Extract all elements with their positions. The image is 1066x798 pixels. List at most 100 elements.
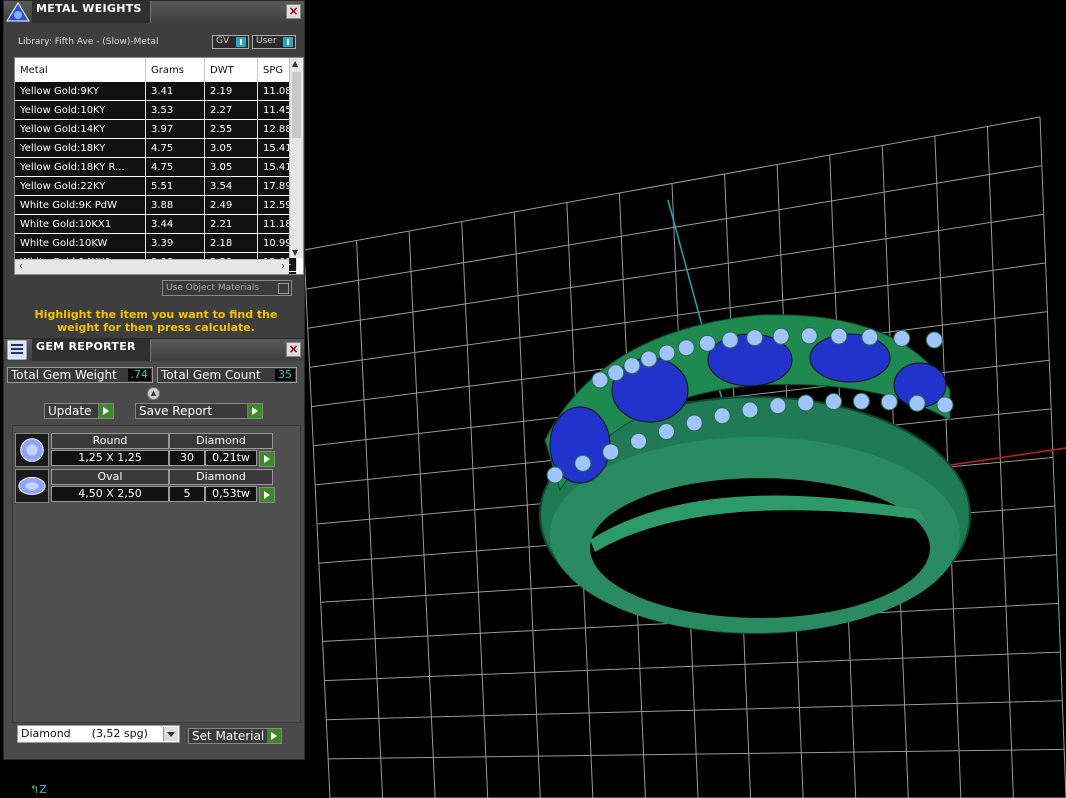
gem-list: Round Diamond 1,25 X 1,25 30 0,21tw Oval… xyxy=(12,425,301,723)
round-gem xyxy=(741,401,759,419)
table-row[interactable]: Yellow Gold:22KY 5.51 3.54 17.89 xyxy=(15,176,297,196)
update-button[interactable]: Update xyxy=(44,403,114,419)
cell-grams: 3.44 xyxy=(145,214,205,234)
table-row[interactable]: Yellow Gold:14KY 3.97 2.55 12.88 xyxy=(15,119,297,139)
horizontal-scrollbar[interactable]: ‹ › xyxy=(15,259,289,274)
scroll-down-icon[interactable]: ▼ xyxy=(292,248,298,257)
cell-grams: 5.51 xyxy=(145,176,205,196)
grid-line xyxy=(986,126,1014,798)
round-gem xyxy=(852,392,870,410)
table-row[interactable]: White Gold:10KX1 3.44 2.21 11.18 xyxy=(15,214,297,234)
gem-shape: Oval xyxy=(51,469,169,485)
cell-metal: White Gold:10KW xyxy=(15,233,146,253)
toggle-knob-icon xyxy=(236,37,246,47)
cell-grams: 3.88 xyxy=(145,195,205,215)
round-gem xyxy=(574,454,592,472)
round-gem xyxy=(623,357,641,375)
gem-size: 1,25 X 1,25 xyxy=(51,450,169,466)
gem-count: 30 xyxy=(169,450,205,466)
gem-material: Diamond xyxy=(169,469,273,485)
gv-toggle[interactable]: GV xyxy=(212,35,249,49)
cell-dwt: 2.49 xyxy=(204,195,258,215)
close-icon[interactable]: × xyxy=(286,342,301,357)
total-gem-weight-value: .74 xyxy=(127,369,151,381)
vertical-scrollbar[interactable]: ▲ ▼ xyxy=(289,58,303,258)
table-row[interactable]: White Gold:9K PdW 3.88 2.49 12.59 xyxy=(15,195,297,215)
round-gem xyxy=(797,394,815,412)
metal-weights-title: METAL WEIGHTS xyxy=(36,2,142,15)
chevron-down-icon[interactable] xyxy=(163,727,178,741)
total-gem-count: Total Gem Count 35 xyxy=(157,367,297,383)
cell-dwt: 2.55 xyxy=(204,119,258,139)
set-material-label: Set Material xyxy=(192,729,265,743)
total-gem-weight: Total Gem Weight .74 xyxy=(7,367,153,383)
metal-weights-titlebar[interactable]: METAL WEIGHTS × xyxy=(4,1,304,23)
metal-table[interactable]: Metal Grams DWT SPG Yellow Gold:9KY 3.41 2… xyxy=(14,57,304,275)
cell-grams: 3.39 xyxy=(145,233,205,253)
oval-gem-icon xyxy=(15,469,49,503)
col-header-dwt[interactable]: DWT xyxy=(204,58,258,82)
play-icon xyxy=(267,729,281,743)
gem-reporter-icon xyxy=(7,340,27,360)
table-row[interactable]: Yellow Gold:18KY 4.75 3.05 15.41 xyxy=(15,138,297,158)
play-icon xyxy=(247,404,262,418)
cell-metal: Yellow Gold:18KY R... xyxy=(15,157,146,177)
scroll-left-icon[interactable]: ‹ xyxy=(19,261,23,272)
scroll-thumb[interactable] xyxy=(292,72,301,138)
cell-metal: White Gold:10KX1 xyxy=(15,214,146,234)
cell-dwt: 2.18 xyxy=(204,233,258,253)
use-object-materials-checkbox[interactable]: Use Object Materials xyxy=(162,280,292,296)
round-gem xyxy=(685,414,703,432)
round-gem xyxy=(772,327,790,345)
set-material-button[interactable]: Set Material xyxy=(188,728,282,744)
select-gem-button[interactable] xyxy=(259,487,275,503)
cell-grams: 4.75 xyxy=(145,138,205,158)
close-icon[interactable]: × xyxy=(286,4,301,19)
gem-reporter-panel: GEM REPORTER × Total Gem Weight .74 Tota… xyxy=(3,338,305,760)
library-label: Library: Fifth Ave - (Slow)-Metal xyxy=(18,37,159,47)
gem-reporter-titlebar[interactable]: GEM REPORTER × xyxy=(4,339,304,361)
cell-metal: Yellow Gold:9KY xyxy=(15,82,146,101)
cell-grams: 3.41 xyxy=(145,82,205,101)
hint-text: Highlight the item you want to find the … xyxy=(34,308,278,334)
round-gem xyxy=(698,334,716,352)
table-row[interactable]: Yellow Gold:18KY R... 4.75 3.05 15.41 xyxy=(15,157,297,177)
round-gem xyxy=(640,350,658,368)
grid-line xyxy=(1039,116,1066,798)
round-gem xyxy=(908,394,926,412)
table-row[interactable]: Yellow Gold:10KY 3.53 2.27 11.45 xyxy=(15,100,297,120)
round-gem xyxy=(630,432,648,450)
material-select[interactable]: Diamond (3,52 spg) xyxy=(17,725,180,743)
col-header-grams[interactable]: Grams xyxy=(145,58,205,82)
cell-dwt: 3.05 xyxy=(204,157,258,177)
col-header-metal[interactable]: Metal xyxy=(15,58,146,82)
round-gem xyxy=(658,344,676,362)
metal-weights-panel: METAL WEIGHTS × Library: Fifth Ave - (Sl… xyxy=(3,0,305,340)
scroll-up-icon[interactable]: ▲ xyxy=(292,59,298,68)
round-gem xyxy=(746,329,764,347)
save-report-button[interactable]: Save Report xyxy=(135,403,263,419)
round-gem xyxy=(825,393,843,411)
round-gem xyxy=(677,339,695,357)
round-gem xyxy=(830,327,848,345)
cell-grams: 4.75 xyxy=(145,157,205,177)
total-gem-count-value: 35 xyxy=(275,369,295,381)
total-gem-weight-label: Total Gem Weight xyxy=(11,368,117,382)
material-select-value: Diamond (3,52 spg) xyxy=(21,727,148,740)
collapse-icon[interactable]: ▲ xyxy=(147,387,160,400)
gem-shape: Round xyxy=(51,433,169,449)
round-gem xyxy=(769,397,787,415)
gem-row[interactable]: Round Diamond 1,25 X 1,25 30 0,21tw xyxy=(15,433,275,467)
select-gem-button[interactable] xyxy=(259,451,275,467)
use-object-materials-label: Use Object Materials xyxy=(166,283,260,293)
user-toggle[interactable]: User xyxy=(252,35,296,49)
metal-weights-icon xyxy=(6,2,30,22)
cell-dwt: 2.21 xyxy=(204,214,258,234)
round-gem xyxy=(591,371,609,389)
round-gem xyxy=(602,443,620,461)
gem-count: 5 xyxy=(169,486,205,502)
table-row[interactable]: Yellow Gold:9KY 3.41 2.19 11.08 xyxy=(15,82,297,101)
scroll-right-icon[interactable]: › xyxy=(281,261,285,272)
gem-row[interactable]: Oval Diamond 4,50 X 2,50 5 0,53tw xyxy=(15,469,275,503)
table-row[interactable]: White Gold:10KW 3.39 2.18 10.99 xyxy=(15,233,297,253)
